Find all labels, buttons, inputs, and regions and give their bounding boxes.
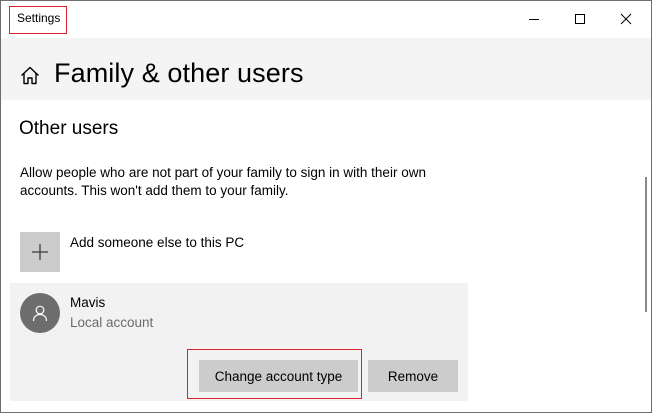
main-content: Other users Allow people who are not par…: [1, 100, 641, 412]
remove-user-button[interactable]: Remove: [368, 360, 458, 392]
add-user-button[interactable]: Add someone else to this PC: [20, 232, 440, 272]
title-bar[interactable]: Settings: [1, 1, 651, 38]
add-user-tile[interactable]: [20, 232, 60, 272]
page-header: Family & other users: [1, 38, 651, 100]
minimize-icon: [529, 19, 539, 20]
plus-icon: [32, 244, 48, 260]
close-icon: [620, 13, 632, 25]
minimize-button[interactable]: [511, 1, 557, 37]
maximize-icon: [575, 14, 585, 24]
section-title: Other users: [19, 118, 119, 139]
avatar: [20, 293, 60, 333]
vertical-scrollbar[interactable]: [641, 100, 651, 412]
user-account-type: Local account: [70, 315, 154, 330]
home-icon: [21, 66, 39, 85]
home-button[interactable]: [20, 66, 40, 90]
scrollbar-thumb[interactable]: [645, 177, 647, 312]
person-icon: [32, 305, 48, 322]
title-highlight-box: [9, 6, 67, 34]
maximize-button[interactable]: [557, 1, 603, 37]
user-name: Mavis: [70, 295, 106, 310]
user-card[interactable]: Mavis Local account Change account type …: [10, 283, 468, 401]
add-user-label[interactable]: Add someone else to this PC: [70, 235, 244, 250]
page-title: Family & other users: [54, 58, 304, 88]
section-description: Allow people who are not part of your fa…: [20, 165, 426, 198]
change-account-type-button[interactable]: Change account type: [199, 360, 358, 392]
close-button[interactable]: [603, 1, 649, 37]
settings-window: Settings Family & other users Other user…: [0, 0, 652, 413]
